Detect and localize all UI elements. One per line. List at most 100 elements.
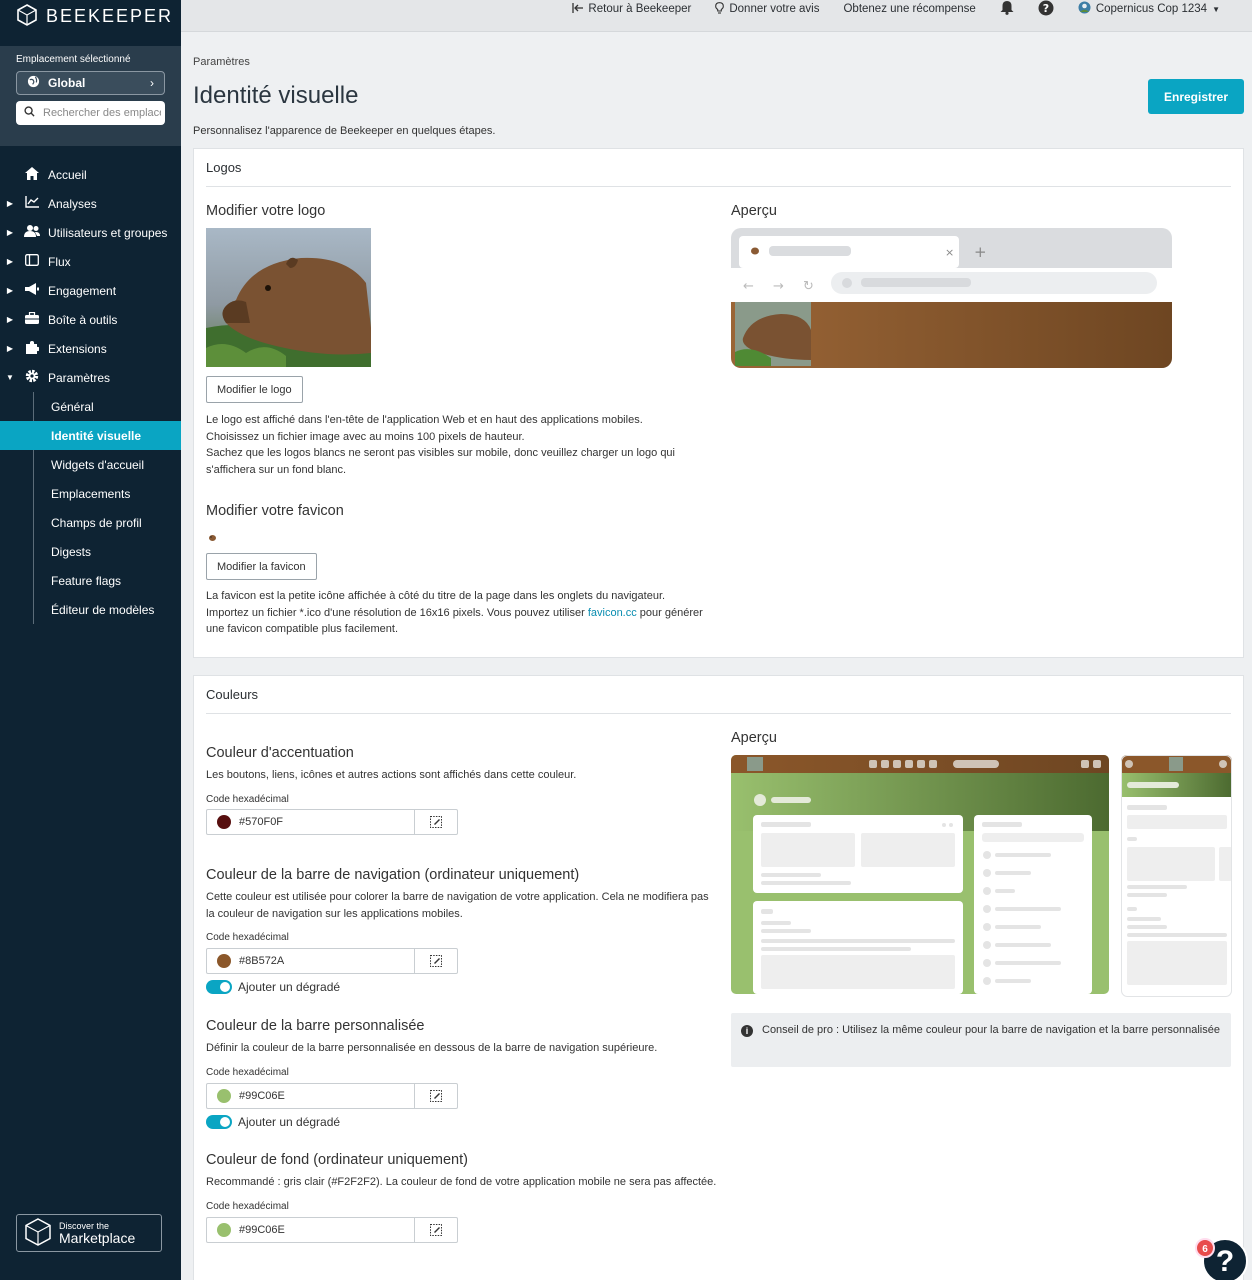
custom-bar-hex-value[interactable]: #99C06E xyxy=(239,1090,414,1102)
color-picker-icon[interactable] xyxy=(414,810,457,834)
subnav-widgets[interactable]: Widgets d'accueil xyxy=(0,450,181,479)
back-label: Retour à Beekeeper xyxy=(588,3,692,15)
favicon-help-line: une favicon compatible plus facilement. xyxy=(206,623,398,635)
marketplace-small: Discover the xyxy=(59,1220,110,1231)
nav-label: Paramètres xyxy=(48,370,111,385)
feedback-label: Donner votre avis xyxy=(729,3,820,15)
nav-item-parametres[interactable]: ▼ Paramètres xyxy=(0,363,181,392)
info-icon: i xyxy=(741,1025,753,1037)
background-hex-field[interactable]: #99C06E xyxy=(206,1217,458,1243)
background-hex-value[interactable]: #99C06E xyxy=(239,1224,414,1236)
location-panel: Emplacement sélectionné Global › xyxy=(0,46,181,146)
color-picker-icon[interactable] xyxy=(414,949,457,973)
logo-preview-title: Aperçu xyxy=(731,203,777,219)
subnav-digests[interactable]: Digests xyxy=(0,537,181,566)
change-logo-button[interactable]: Modifier le logo xyxy=(206,376,303,403)
nav-item-boite-a-outils[interactable]: ▶ Boîte à outils xyxy=(0,305,181,334)
brand[interactable]: BEEKEEPER xyxy=(0,0,181,32)
navbar-gradient-toggle[interactable] xyxy=(206,980,232,994)
breadcrumb[interactable]: Paramètres xyxy=(193,56,250,68)
nav-label: Engagement xyxy=(48,283,117,298)
beekeeper-logo-icon xyxy=(16,3,38,29)
subnav-identite-visuelle[interactable]: Identité visuelle xyxy=(0,421,181,450)
navbar-gradient-toggle-row[interactable]: Ajouter un dégradé xyxy=(206,980,340,994)
color-picker-icon[interactable] xyxy=(414,1084,457,1108)
nav-item-flux[interactable]: ▶ Flux xyxy=(0,247,181,276)
custom-bar-hex-field[interactable]: #99C06E xyxy=(206,1083,458,1109)
nav-item-extensions[interactable]: ▶ Extensions xyxy=(0,334,181,363)
navbar-help-line: la couleur de navigation sur les applica… xyxy=(206,907,463,920)
location-selected: Global xyxy=(48,76,86,90)
logos-card: Logos Modifier votre logo Modifier le lo… xyxy=(193,148,1244,658)
logo-help-line: Le logo est affiché dans l'en-tête de l'… xyxy=(206,414,643,426)
custom-bar-gradient-toggle-row[interactable]: Ajouter un dégradé xyxy=(206,1115,340,1129)
accent-hex-value[interactable]: #570F0F xyxy=(239,816,414,828)
subnav-feature-flags[interactable]: Feature flags xyxy=(0,566,181,595)
accent-swatch xyxy=(217,815,231,829)
marketplace-button[interactable]: Discover the Marketplace xyxy=(16,1214,162,1252)
pro-tip: i Conseil de pro : Utilisez la même coul… xyxy=(731,1013,1231,1067)
navbar-hex-value[interactable]: #8B572A xyxy=(239,955,414,967)
pro-tip-text: Conseil de pro : Utilisez la même couleu… xyxy=(762,1024,1220,1036)
logo-help-line: s'affichera sur un fond blanc. xyxy=(206,463,347,476)
change-favicon-button[interactable]: Modifier la favicon xyxy=(206,553,317,580)
gradient-label: Ajouter un dégradé xyxy=(238,980,341,994)
caret-right-icon: ▶ xyxy=(6,257,14,266)
logo-preview: × + ← → ↻ xyxy=(731,228,1172,368)
users-icon xyxy=(24,225,40,240)
save-button[interactable]: Enregistrer xyxy=(1148,79,1244,114)
subnav-champs-profil[interactable]: Champs de profil xyxy=(0,508,181,537)
nav-item-utilisateurs[interactable]: ▶ Utilisateurs et groupes xyxy=(0,218,181,247)
logo-title: Modifier votre logo xyxy=(206,203,326,219)
account-menu[interactable]: Copernicus Cop 1234 ▼ xyxy=(1078,1,1220,17)
nav-label: Accueil xyxy=(48,167,87,182)
location-search[interactable] xyxy=(16,101,165,125)
custom-bar-gradient-toggle[interactable] xyxy=(206,1115,232,1129)
logo-image xyxy=(206,228,371,367)
color-picker-icon[interactable] xyxy=(414,1218,457,1242)
nav-label: Utilisateurs et groupes xyxy=(48,225,168,240)
reward-link[interactable]: Obtenez une récompense xyxy=(843,3,975,15)
accent-hex-field[interactable]: #570F0F xyxy=(206,809,458,835)
sidebar: BEEKEEPER Emplacement sélectionné Global… xyxy=(0,0,181,1280)
gear-icon xyxy=(24,369,40,386)
caret-down-icon: ▼ xyxy=(1212,4,1220,14)
subnav-emplacements[interactable]: Emplacements xyxy=(0,479,181,508)
custom-bar-swatch xyxy=(217,1089,231,1103)
nav-item-accueil[interactable]: Accueil xyxy=(0,160,181,189)
chevron-right-icon: › xyxy=(150,76,154,90)
navbar-help-line: Cette couleur est utilisée pour colorer … xyxy=(206,891,709,903)
question-circle-icon: ? xyxy=(1038,0,1054,19)
caret-right-icon: ▶ xyxy=(6,286,14,295)
subnav-editeur-modeles[interactable]: Éditeur de modèles xyxy=(0,595,181,624)
account-avatar xyxy=(1078,1,1091,17)
favicon-cc-link[interactable]: favicon.cc xyxy=(588,607,637,619)
background-color-title: Couleur de fond (ordinateur uniquement) xyxy=(206,1152,468,1168)
location-search-input[interactable] xyxy=(43,107,161,119)
top-links: Retour à Beekeeper Donner votre avis Obt… xyxy=(572,0,1220,18)
globe-icon xyxy=(27,75,40,91)
favicon-help-line: Importez un fichier *.ico d'une résoluti… xyxy=(206,605,703,622)
notifications-button[interactable] xyxy=(1000,0,1014,18)
caret-down-icon: ▼ xyxy=(6,373,14,382)
svg-text:→: → xyxy=(773,279,784,294)
custom-bar-hex-label: Code hexadécimal xyxy=(206,1067,289,1078)
caret-right-icon: ▶ xyxy=(6,344,14,353)
toolbox-icon xyxy=(24,311,40,327)
subnav-general[interactable]: Général xyxy=(0,392,181,421)
back-to-beekeeper-link[interactable]: Retour à Beekeeper xyxy=(572,2,692,16)
feedback-link[interactable]: Donner votre avis xyxy=(715,1,820,17)
svg-text:←: ← xyxy=(743,279,754,294)
navbar-hex-field[interactable]: #8B572A xyxy=(206,948,458,974)
help-button[interactable]: ? xyxy=(1038,0,1054,19)
nav-item-analyses[interactable]: ▶ Analyses xyxy=(0,189,181,218)
nav-item-engagement[interactable]: ▶ Engagement xyxy=(0,276,181,305)
location-select[interactable]: Global › xyxy=(16,71,165,95)
colors-section-title: Couleurs xyxy=(206,676,1231,714)
home-icon xyxy=(24,166,40,183)
mobile-preview xyxy=(1121,755,1232,997)
accent-hex-label: Code hexadécimal xyxy=(206,794,289,805)
nav-label: Flux xyxy=(48,254,71,269)
logo-help-line: Sachez que les logos blancs ne seront pa… xyxy=(206,447,675,459)
navbar-color-help: Cette couleur est utilisée pour colorer … xyxy=(206,889,709,922)
